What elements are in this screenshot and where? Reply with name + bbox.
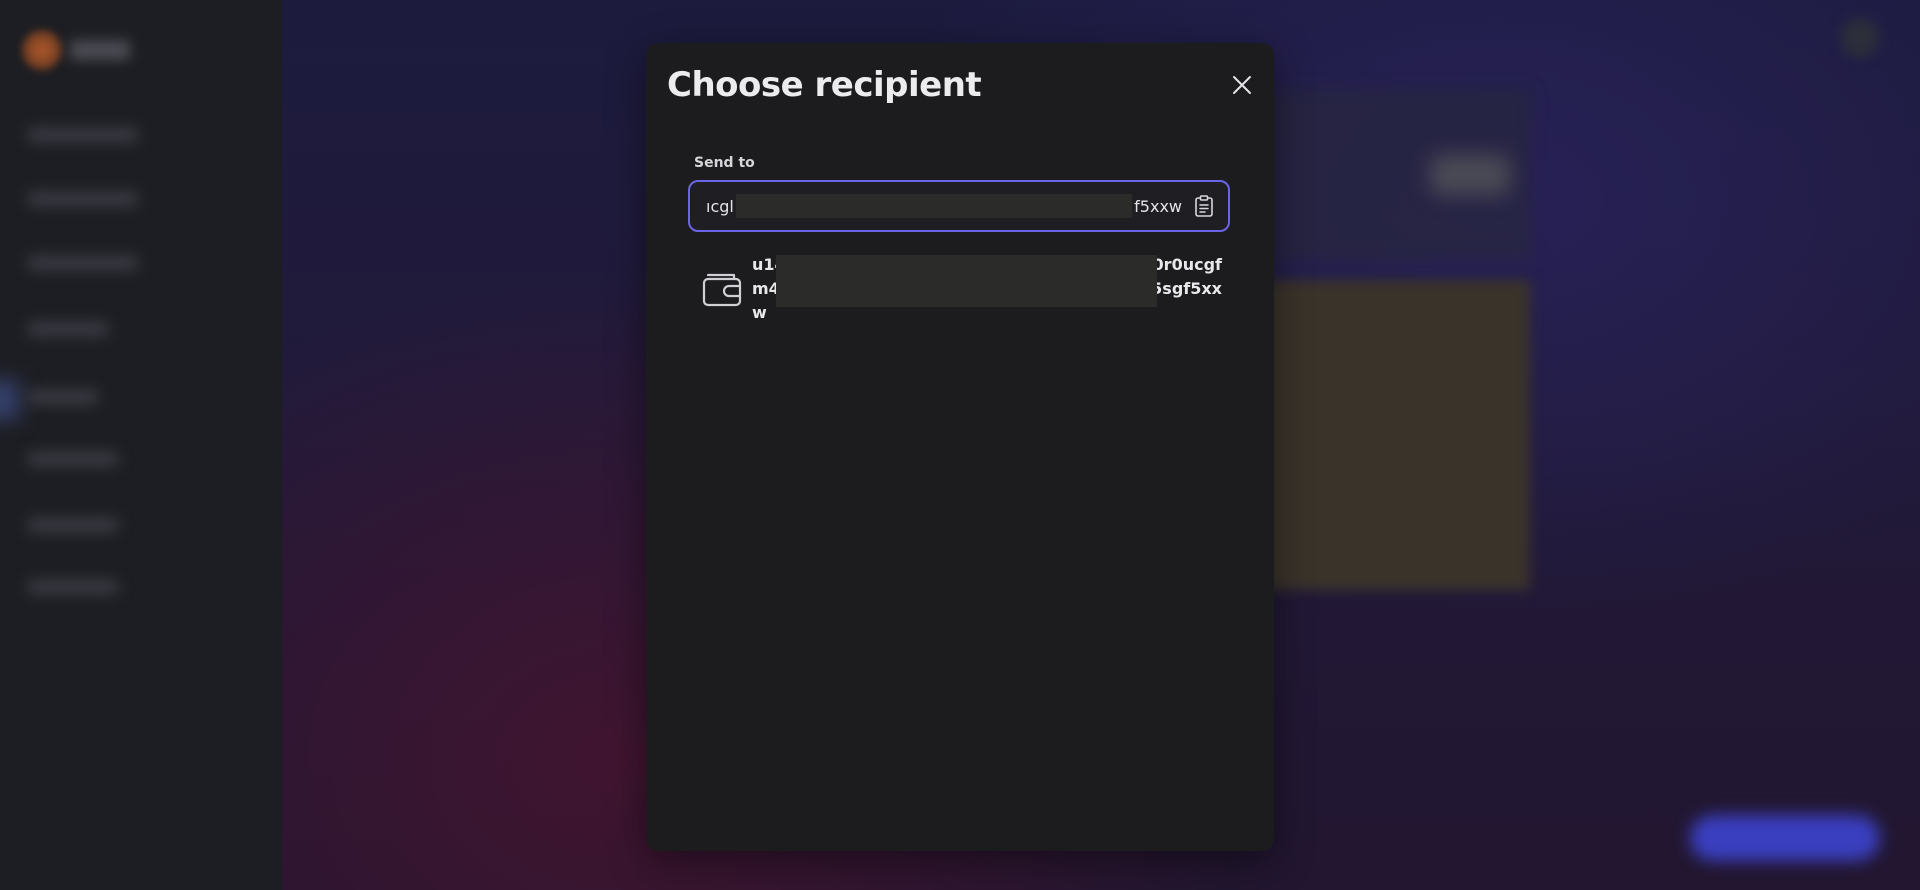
choose-recipient-modal: Choose recipient Send to ıcgl f5xxw u14 … [646,43,1274,851]
clipboard-icon [1195,195,1213,217]
background-nav-item [28,518,118,532]
close-button[interactable] [1226,69,1258,101]
background-logo-text [70,40,130,60]
wallet-icon [702,273,742,307]
paste-button[interactable] [1190,192,1218,220]
input-value-end: f5xxw [1134,196,1182,216]
background-logo [22,30,62,70]
input-value-start: ıcgl [706,196,734,216]
background-nav-item [28,128,138,142]
background-card-content [1430,155,1510,195]
background-action-button [1690,815,1880,861]
recipient-address-input[interactable]: ıcgl f5xxw [688,180,1230,232]
background-nav-item [28,390,98,404]
background-nav-item [28,322,108,336]
send-to-label: Send to [694,155,755,171]
address-line3: w [752,303,767,322]
background-nav-item [28,452,118,466]
app-screen: Choose recipient Send to ıcgl f5xxw u14 … [0,0,1920,890]
background-nav-item [28,580,118,594]
background-avatar [1840,18,1880,58]
recipient-suggestion[interactable]: u14 0r0ucgf m4 5sgf5xx w [700,253,1240,325]
address-line1-end: 0r0ucgf [1152,255,1222,274]
input-value: ıcgl f5xxw [706,194,1182,218]
background-nav-item-active [0,380,20,420]
close-icon [1233,76,1251,94]
background-nav-item [28,192,138,206]
background-nav-item [28,256,138,270]
suggested-address: u14 0r0ucgf m4 5sgf5xx w [752,253,1222,325]
address-line2-end: 5sgf5xx [1151,279,1222,298]
wallet-icon-wrap [700,267,744,311]
background-panel [1260,280,1530,590]
modal-title: Choose recipient [667,65,982,105]
background-sidebar [0,0,282,890]
redacted-text [776,255,1157,307]
redacted-text [735,194,1133,218]
